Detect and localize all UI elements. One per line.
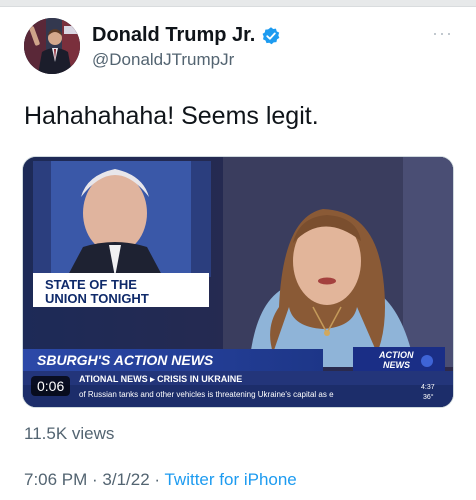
tweet-source-link[interactable]: Twitter for iPhone	[164, 470, 296, 489]
author-display-name[interactable]: Donald Trump Jr.	[92, 24, 255, 47]
station-logo-line2: NEWS	[383, 360, 410, 370]
avatar[interactable]	[24, 18, 80, 74]
lower-third-line2: UNION TONIGHT	[45, 291, 149, 306]
more-options-icon[interactable]: ···	[432, 24, 453, 42]
video-frame: STATE OF THE UNION TONIGHT SBURGH'S ACTI…	[23, 157, 453, 407]
tweet-timestamp[interactable]: 7:06 PM · 3/1/22 ·	[24, 470, 164, 489]
lower-third-line1: STATE OF THE	[45, 277, 137, 292]
avatar-image	[24, 18, 80, 74]
station-logo-line1: ACTION	[378, 350, 414, 360]
ticker-bottom: of Russian tanks and other vehicles is t…	[79, 390, 334, 399]
author-handle[interactable]: @DonaldJTrumpJr	[92, 50, 234, 70]
ticker-temp: 36°	[423, 393, 434, 401]
video-duration-badge: 0:06	[31, 376, 71, 396]
video-player[interactable]: STATE OF THE UNION TONIGHT SBURGH'S ACTI…	[22, 156, 454, 408]
verified-badge-icon	[261, 26, 281, 46]
tweet-text: Hahahahaha! Seems legit.	[24, 102, 319, 130]
tweet-meta: 7:06 PM · 3/1/22 · Twitter for iPhone	[24, 470, 297, 490]
author-name-row: Donald Trump Jr.	[92, 24, 281, 47]
station-banner: SBURGH'S ACTION NEWS	[37, 352, 214, 368]
view-count: 11.5K views	[24, 424, 115, 443]
ticker-top: ATIONAL NEWS ▸ CRISIS IN UKRAINE	[79, 374, 242, 384]
ticker-time: 4:37	[421, 384, 435, 391]
top-border-line	[0, 6, 476, 7]
